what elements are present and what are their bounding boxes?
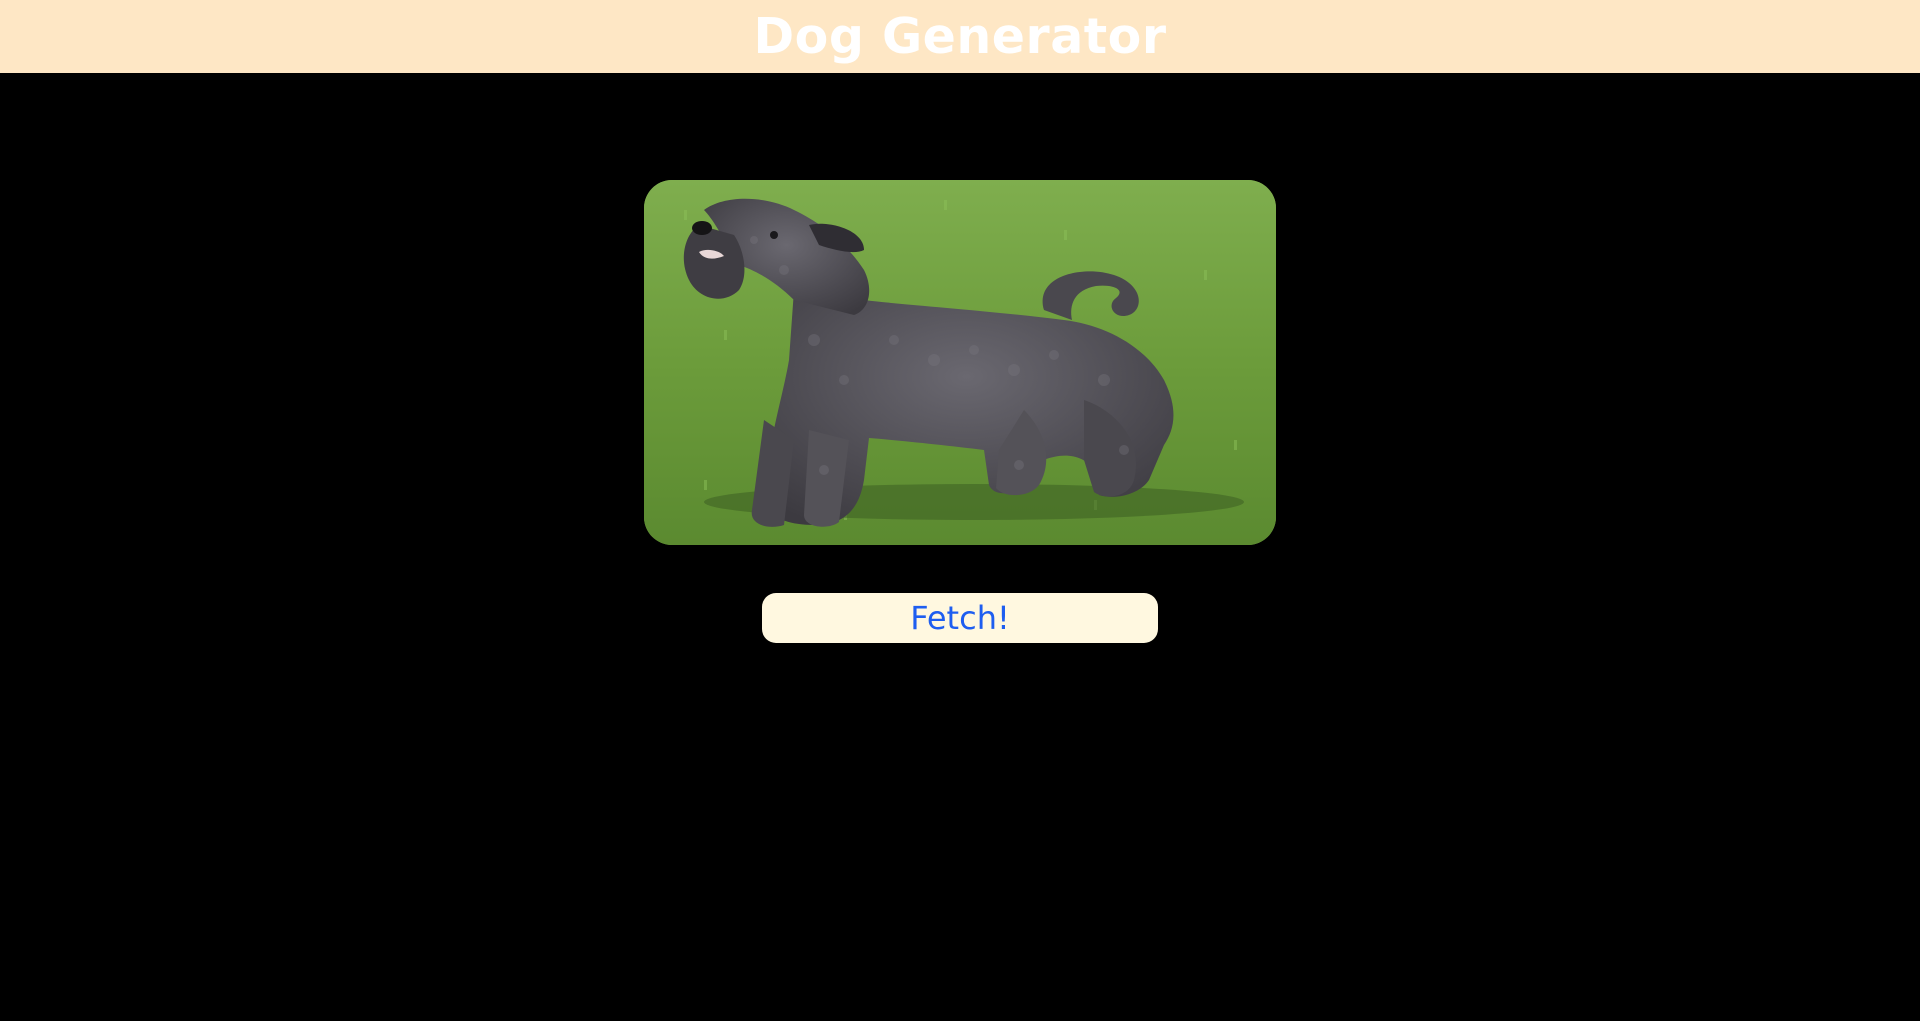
dog-image xyxy=(644,180,1276,545)
app-header: Dog Generator xyxy=(0,0,1920,73)
page-title: Dog Generator xyxy=(753,8,1167,65)
fetch-button[interactable]: Fetch! xyxy=(762,593,1158,643)
